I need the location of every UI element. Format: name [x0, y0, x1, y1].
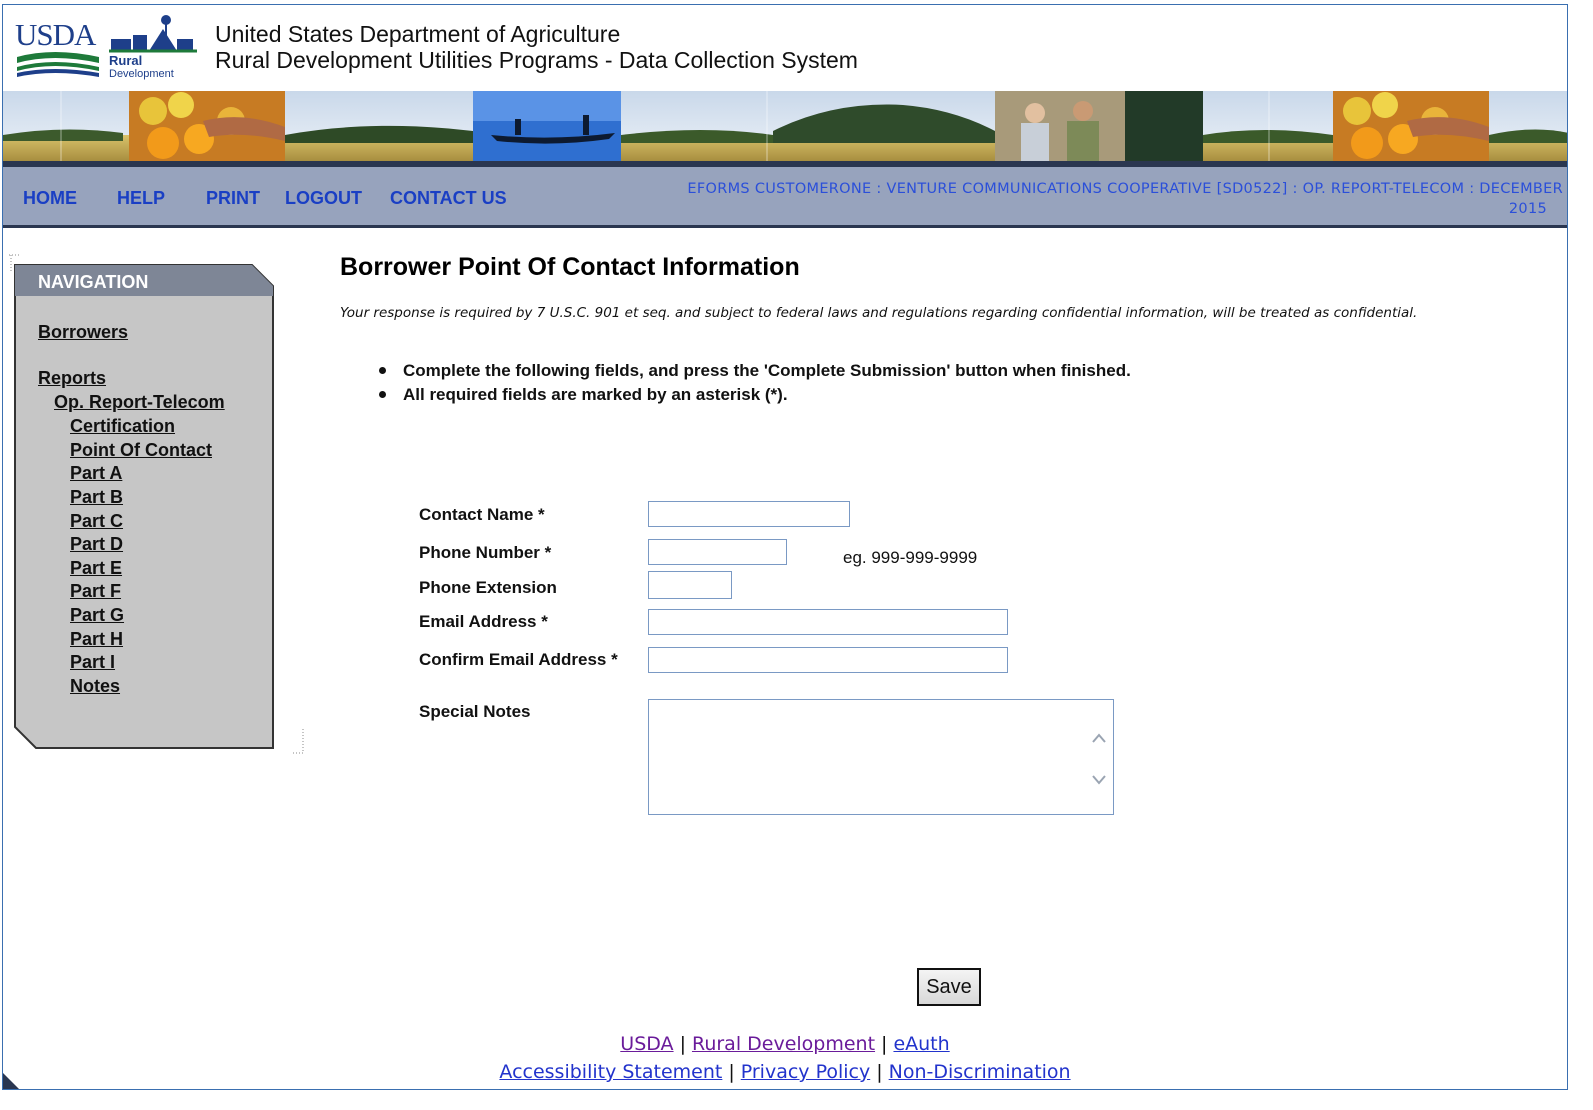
site-title-line1: United States Department of Agriculture: [215, 21, 621, 47]
nav-part-i-link[interactable]: Part I: [70, 652, 115, 673]
top-nav-bar: HOME HELP PRINT LOGOUT CONTACT US EFORMS…: [3, 167, 1567, 228]
footer-separator: |: [881, 1033, 888, 1055]
nav-logout-link[interactable]: LOGOUT: [285, 188, 362, 209]
scroll-up-arrow-icon[interactable]: [1092, 733, 1106, 743]
email-address-label: Email Address *: [419, 612, 548, 631]
phone-number-label: Phone Number *: [419, 543, 552, 562]
confirm-email-input[interactable]: [648, 647, 1008, 673]
nav-part-g-link[interactable]: Part G: [70, 605, 124, 626]
phone-number-input[interactable]: [648, 539, 787, 565]
footer-privacy-link[interactable]: Privacy Policy: [741, 1061, 870, 1083]
footer-separator: |: [876, 1061, 883, 1083]
footer-separator: |: [728, 1061, 735, 1083]
footer-separator: |: [679, 1033, 686, 1055]
phone-format-hint: eg. 999-999-9999: [843, 548, 978, 567]
nav-op-report-link[interactable]: Op. Report-Telecom: [54, 392, 225, 413]
nav-notes-link[interactable]: Notes: [70, 676, 120, 697]
nav-part-d-link[interactable]: Part D: [70, 534, 123, 555]
footer-usda-link[interactable]: USDA: [620, 1033, 673, 1055]
navigation-heading: NAVIGATION: [38, 272, 149, 292]
special-notes-scrollbar[interactable]: [1085, 700, 1113, 814]
instruction-item: All required fields are marked by an ast…: [379, 385, 788, 405]
email-address-input[interactable]: [648, 609, 1008, 635]
nav-certification-link[interactable]: Certification: [70, 416, 175, 437]
nav-part-e-link[interactable]: Part E: [70, 558, 122, 579]
instruction-text: Complete the following fields, and press…: [403, 361, 1131, 380]
footer-links-row2: Accessibility Statement | Privacy Policy | N…: [3, 1061, 1567, 1083]
site-header: USDA Rural Development United States Dep…: [3, 5, 1567, 91]
nav-home-link[interactable]: HOME: [23, 188, 77, 209]
photo-banner: [3, 91, 1567, 163]
confidentiality-notice: Your response is required by 7 U.S.C. 90…: [340, 305, 1418, 321]
nav-part-a-link[interactable]: Part A: [70, 463, 122, 484]
usda-rural-development-logo[interactable]: USDA Rural Development: [13, 13, 199, 83]
contact-name-label: Contact Name *: [419, 505, 545, 524]
logo-rural-text: Rural: [109, 53, 143, 68]
logo-development-text: Development: [109, 68, 174, 80]
session-context-line1: EFORMS CUSTOMERONE : VENTURE COMMUNICATI…: [687, 181, 1563, 197]
nav-contact-us-link[interactable]: CONTACT US: [390, 188, 507, 209]
nav-part-h-link[interactable]: Part H: [70, 629, 123, 650]
scroll-down-arrow-icon[interactable]: [1092, 775, 1106, 785]
session-context-line2: 2015: [1508, 201, 1547, 217]
nav-print-link[interactable]: PRINT: [206, 188, 260, 209]
bullet-icon: [379, 391, 386, 398]
session-context: EFORMS CUSTOMERONE : VENTURE COMMUNICATI…: [533, 179, 1563, 219]
panel-resize-handle-bottom[interactable]: [289, 727, 309, 757]
phone-extension-input[interactable]: [648, 571, 732, 599]
instruction-item: Complete the following fields, and press…: [379, 361, 1131, 381]
site-title-line2: Rural Development Utilities Programs - D…: [215, 47, 858, 73]
save-button[interactable]: Save: [917, 968, 981, 1006]
nav-part-c-link[interactable]: Part C: [70, 511, 123, 532]
footer-rural-development-link[interactable]: Rural Development: [692, 1033, 875, 1055]
instruction-text: All required fields are marked by an ast…: [403, 385, 788, 404]
contact-name-input[interactable]: [648, 501, 850, 527]
corner-resize-icon: [3, 1073, 19, 1089]
phone-extension-label: Phone Extension: [419, 578, 557, 597]
footer-links-row1: USDA | Rural Development | eAuth: [3, 1033, 1567, 1055]
special-notes-textarea[interactable]: [649, 700, 1085, 814]
nav-part-f-link[interactable]: Part F: [70, 581, 121, 602]
page-frame: USDA Rural Development United States Dep…: [2, 4, 1568, 1090]
footer-non-discrimination-link[interactable]: Non-Discrimination: [889, 1061, 1071, 1083]
site-title: United States Department of Agriculture …: [215, 21, 858, 73]
footer-eauth-link[interactable]: eAuth: [893, 1033, 949, 1055]
special-notes-label: Special Notes: [419, 702, 531, 721]
navigation-panel: NAVIGATION Borrowers Reports Op. Report-…: [14, 264, 274, 750]
nav-borrowers-link[interactable]: Borrowers: [38, 322, 128, 343]
special-notes-field[interactable]: [648, 699, 1114, 815]
nav-part-b-link[interactable]: Part B: [70, 487, 123, 508]
bullet-icon: [379, 367, 386, 374]
footer-accessibility-link[interactable]: Accessibility Statement: [499, 1061, 722, 1083]
nav-help-link[interactable]: HELP: [117, 188, 165, 209]
nav-point-of-contact-link[interactable]: Point Of Contact: [70, 440, 212, 461]
page-title: Borrower Point Of Contact Information: [340, 253, 800, 281]
confirm-email-label: Confirm Email Address *: [419, 650, 618, 669]
nav-reports-link[interactable]: Reports: [38, 368, 106, 389]
